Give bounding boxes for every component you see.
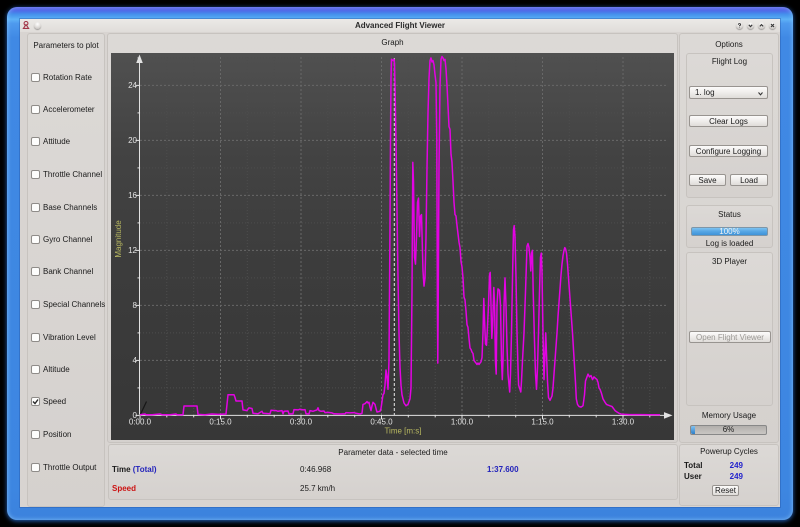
svg-text:8: 8 (133, 301, 138, 310)
svg-text:0:15.0: 0:15.0 (209, 418, 232, 427)
svg-text:0:30.0: 0:30.0 (290, 418, 313, 427)
svg-text:20: 20 (128, 136, 137, 145)
svg-text:12: 12 (128, 246, 137, 255)
svg-text:0:45.0: 0:45.0 (370, 418, 393, 427)
svg-text:1:00.0: 1:00.0 (451, 418, 474, 427)
svg-text:Time [m:s]: Time [m:s] (384, 427, 421, 436)
svg-text:24: 24 (128, 81, 137, 90)
svg-text:4: 4 (133, 356, 138, 365)
svg-text:1:30.0: 1:30.0 (612, 418, 635, 427)
svg-text:16: 16 (128, 191, 137, 200)
svg-text:0:00.0: 0:00.0 (129, 418, 152, 427)
svg-text:1:15.0: 1:15.0 (531, 418, 554, 427)
svg-text:Magnitude: Magnitude (114, 220, 123, 258)
